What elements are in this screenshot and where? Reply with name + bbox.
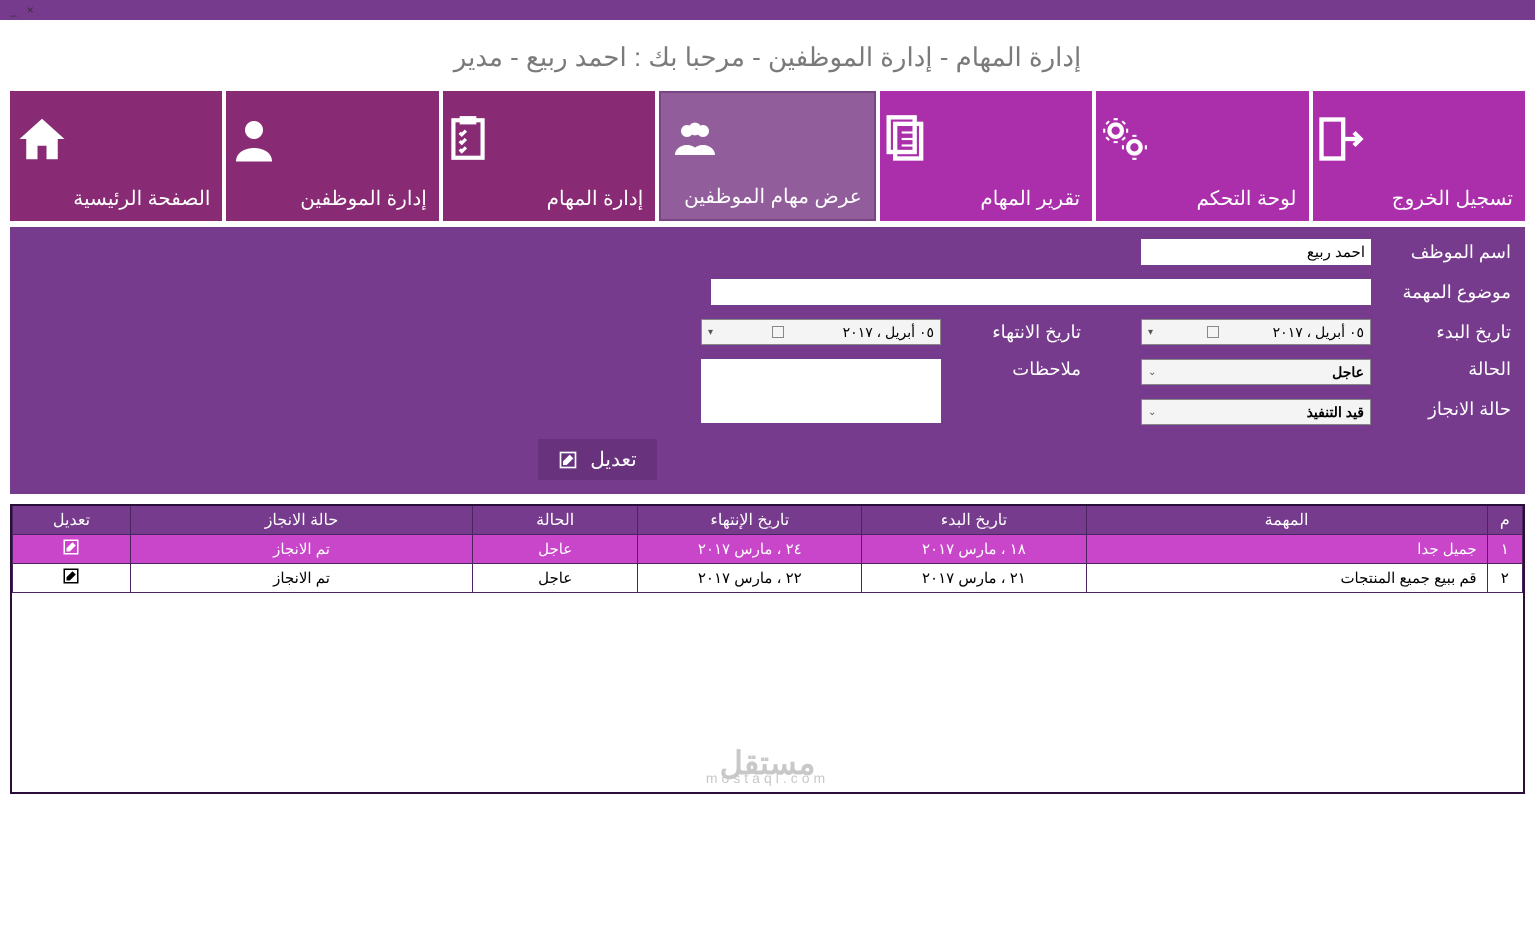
col-task: المهمة — [1086, 506, 1487, 535]
start-date-label: تاريخ البدء — [1381, 322, 1511, 343]
tile-view-tasks-label: عرض مهام الموظفين — [661, 176, 873, 219]
tile-dashboard[interactable]: لوحة التحكم — [1096, 91, 1308, 221]
clipboard-icon — [443, 111, 493, 167]
col-edit: تعديل — [13, 506, 131, 535]
tile-employees-label: إدارة الموظفين — [226, 178, 438, 221]
end-date-label: تاريخ الانتهاء — [951, 322, 1081, 343]
cell-end: ٢٤ ، مارس ٢٠١٧ — [638, 535, 862, 564]
progress-dropdown[interactable]: ⌄ قيد التنفيذ — [1141, 399, 1371, 425]
cell-progress: تم الانجاز — [130, 535, 472, 564]
page-title: إدارة المهام - إدارة الموظفين - مرحبا بك… — [0, 20, 1535, 91]
checkbox-icon — [1207, 326, 1219, 338]
chevron-down-icon: ▾ — [1148, 327, 1153, 338]
notes-field[interactable] — [701, 359, 941, 423]
edit-icon — [558, 450, 578, 470]
progress-label: حالة الانجاز — [1381, 399, 1511, 420]
checkbox-icon — [772, 326, 784, 338]
col-index: م — [1487, 506, 1522, 535]
chevron-down-icon: ▾ — [708, 327, 713, 338]
home-icon — [10, 112, 74, 166]
col-start: تاريخ البدء — [862, 506, 1086, 535]
tasks-table-container: م المهمة تاريخ البدء تاريخ الإنتهاء الحا… — [10, 504, 1525, 794]
cell-status: عاجل — [473, 535, 638, 564]
tile-home-label: الصفحة الرئيسية — [10, 178, 222, 221]
people-icon — [661, 115, 729, 163]
table-row[interactable]: ١جميل جدا١٨ ، مارس ٢٠١٧٢٤ ، مارس ٢٠١٧عاج… — [13, 535, 1523, 564]
watermark: مستقل mostaql.com — [706, 752, 829, 784]
tile-view-tasks[interactable]: عرض مهام الموظفين — [659, 91, 875, 221]
tile-home[interactable]: الصفحة الرئيسية — [10, 91, 222, 221]
table-row[interactable]: ٢قم ببيع جميع المنتجات٢١ ، مارس ٢٠١٧٢٢ ،… — [13, 564, 1523, 593]
minimize-icon[interactable]: _ — [10, 3, 17, 17]
tile-tasks[interactable]: إدارة المهام — [443, 91, 655, 221]
cell-index: ٢ — [1487, 564, 1522, 593]
titlebar: × _ — [0, 0, 1535, 20]
chevron-down-icon: ⌄ — [1148, 367, 1156, 378]
cell-status: عاجل — [473, 564, 638, 593]
tile-tasks-label: إدارة المهام — [443, 178, 655, 221]
cell-index: ١ — [1487, 535, 1522, 564]
chevron-down-icon: ⌄ — [1148, 407, 1156, 418]
cell-task: قم ببيع جميع المنتجات — [1086, 564, 1487, 593]
cell-end: ٢٢ ، مارس ٢٠١٧ — [638, 564, 862, 593]
person-icon — [226, 112, 282, 166]
subject-label: موضوع المهمة — [1381, 282, 1511, 303]
start-date-picker[interactable]: ▾ ٠٥ أبريل ، ٢٠١٧ — [1141, 319, 1371, 345]
end-date-picker[interactable]: ▾ ٠٥ أبريل ، ٢٠١٧ — [701, 319, 941, 345]
cell-start: ٢١ ، مارس ٢٠١٧ — [862, 564, 1086, 593]
gear-icon — [1096, 114, 1152, 164]
tasks-table: م المهمة تاريخ البدء تاريخ الإنتهاء الحا… — [12, 506, 1523, 593]
document-icon — [880, 111, 932, 167]
tile-dashboard-label: لوحة التحكم — [1096, 178, 1308, 221]
col-status: الحالة — [473, 506, 638, 535]
col-end: تاريخ الإنتهاء — [638, 506, 862, 535]
tile-report[interactable]: تقرير المهام — [880, 91, 1092, 221]
close-icon[interactable]: × — [27, 3, 34, 17]
subject-field[interactable] — [711, 279, 1371, 305]
employee-label: اسم الموظف — [1381, 242, 1511, 263]
nav-tiles: الصفحة الرئيسية إدارة الموظفين إدارة الم… — [0, 91, 1535, 221]
col-progress: حالة الانجاز — [130, 506, 472, 535]
cell-task: جميل جدا — [1086, 535, 1487, 564]
status-label: الحالة — [1381, 359, 1511, 380]
tile-logout[interactable]: تسجيل الخروج — [1313, 91, 1525, 221]
edit-button[interactable]: تعديل — [538, 439, 656, 480]
tile-employees[interactable]: إدارة الموظفين — [226, 91, 438, 221]
row-edit-icon[interactable] — [62, 538, 80, 560]
row-edit-icon[interactable] — [62, 567, 80, 589]
cell-start: ١٨ ، مارس ٢٠١٧ — [862, 535, 1086, 564]
tile-report-label: تقرير المهام — [880, 178, 1092, 221]
cell-progress: تم الانجاز — [130, 564, 472, 593]
exit-icon — [1313, 113, 1369, 165]
notes-label: ملاحظات — [951, 359, 1081, 380]
employee-field[interactable] — [1141, 239, 1371, 265]
tile-logout-label: تسجيل الخروج — [1313, 178, 1525, 221]
form-panel: اسم الموظف موضوع المهمة تاريخ البدء ▾ ٠٥… — [10, 227, 1525, 494]
status-dropdown[interactable]: ⌄ عاجل — [1141, 359, 1371, 385]
